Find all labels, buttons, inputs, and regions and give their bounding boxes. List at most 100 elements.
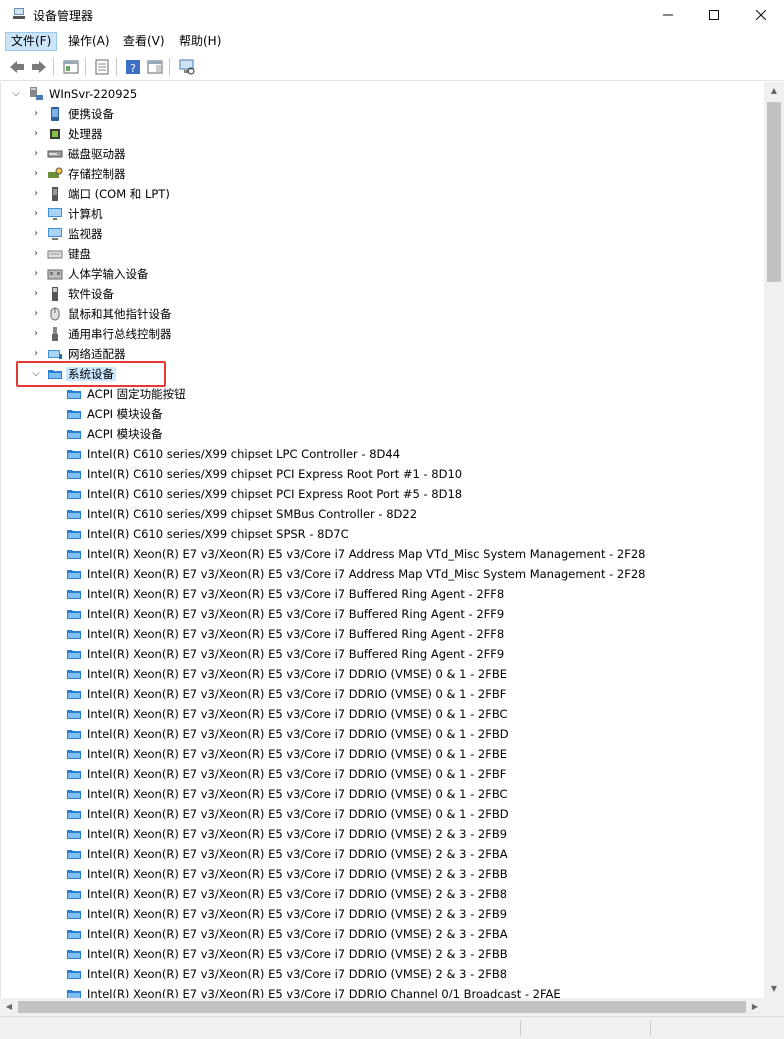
tree-device-item[interactable]: Intel(R) Xeon(R) E7 v3/Xeon(R) E5 v3/Cor… xyxy=(1,604,764,624)
chevron-right-icon[interactable]: › xyxy=(31,247,41,261)
tree-node-label: Intel(R) Xeon(R) E7 v3/Xeon(R) E5 v3/Cor… xyxy=(87,707,508,721)
tree-device-item[interactable]: ACPI 固定功能按钮 xyxy=(1,384,764,404)
tree-node-label: Intel(R) Xeon(R) E7 v3/Xeon(R) E5 v3/Cor… xyxy=(87,907,508,921)
system-device-icon xyxy=(67,650,81,659)
tree-device-item[interactable]: Intel(R) Xeon(R) E7 v3/Xeon(R) E5 v3/Cor… xyxy=(1,944,764,964)
tree-category[interactable]: › 便携设备 xyxy=(1,104,764,124)
tree-device-item[interactable]: Intel(R) Xeon(R) E7 v3/Xeon(R) E5 v3/Cor… xyxy=(1,764,764,784)
system-device-icon xyxy=(67,830,81,839)
chevron-right-icon[interactable]: › xyxy=(31,127,41,141)
menu-file[interactable]: 文件(F) xyxy=(5,32,58,51)
tree-root-computer[interactable]: ⌵ WInSvr-220925 xyxy=(1,84,764,104)
tree-device-item[interactable]: Intel(R) Xeon(R) E7 v3/Xeon(R) E5 v3/Cor… xyxy=(1,624,764,644)
back-arrow-icon[interactable] xyxy=(8,58,26,76)
tree-category[interactable]: › 磁盘驱动器 xyxy=(1,144,764,164)
tree-device-item[interactable]: Intel(R) Xeon(R) E7 v3/Xeon(R) E5 v3/Cor… xyxy=(1,564,764,584)
chevron-right-icon[interactable]: › xyxy=(31,327,41,341)
toolbar-separator xyxy=(85,58,86,76)
mouse-icon xyxy=(50,307,60,321)
status-separator xyxy=(650,1021,651,1036)
tree-device-item[interactable]: Intel(R) Xeon(R) E7 v3/Xeon(R) E5 v3/Cor… xyxy=(1,824,764,844)
tree-device-item[interactable]: Intel(R) Xeon(R) E7 v3/Xeon(R) E5 v3/Cor… xyxy=(1,804,764,824)
tree-device-item[interactable]: Intel(R) C610 series/X99 chipset SMBus C… xyxy=(1,504,764,524)
menu-help[interactable]: 帮助(H) xyxy=(174,32,226,51)
system-device-icon xyxy=(67,470,81,479)
help-icon[interactable]: ? xyxy=(124,58,142,76)
scroll-left-arrow-icon[interactable]: ◀ xyxy=(0,998,18,1016)
tree-category[interactable]: › 监视器 xyxy=(1,224,764,244)
tree-device-item[interactable]: Intel(R) Xeon(R) E7 v3/Xeon(R) E5 v3/Cor… xyxy=(1,684,764,704)
tree-device-item[interactable]: Intel(R) Xeon(R) E7 v3/Xeon(R) E5 v3/Cor… xyxy=(1,784,764,804)
show-hide-console-tree-icon[interactable] xyxy=(62,58,80,76)
tree-device-item[interactable]: Intel(R) Xeon(R) E7 v3/Xeon(R) E5 v3/Cor… xyxy=(1,984,764,998)
tree-device-item[interactable]: ACPI 模块设备 xyxy=(1,424,764,444)
chevron-right-icon[interactable]: › xyxy=(31,287,41,301)
maximize-button[interactable] xyxy=(691,0,737,30)
close-button[interactable] xyxy=(738,0,784,30)
menu-view[interactable]: 查看(V) xyxy=(118,32,170,51)
tree-category[interactable]: › 键盘 xyxy=(1,244,764,264)
scan-hardware-icon[interactable] xyxy=(178,58,196,76)
tree-node-label: Intel(R) Xeon(R) E7 v3/Xeon(R) E5 v3/Cor… xyxy=(87,687,507,701)
tree-node-label: Intel(R) Xeon(R) E7 v3/Xeon(R) E5 v3/Cor… xyxy=(87,987,561,998)
tree-device-item[interactable]: Intel(R) C610 series/X99 chipset PCI Exp… xyxy=(1,464,764,484)
chevron-right-icon[interactable]: › xyxy=(31,147,41,161)
chevron-right-icon[interactable]: › xyxy=(31,307,41,321)
tree-node-label: Intel(R) Xeon(R) E7 v3/Xeon(R) E5 v3/Cor… xyxy=(87,887,508,901)
horizontal-scroll-thumb[interactable] xyxy=(18,1001,746,1013)
tree-device-item[interactable]: Intel(R) Xeon(R) E7 v3/Xeon(R) E5 v3/Cor… xyxy=(1,904,764,924)
tree-node-label: WInSvr-220925 xyxy=(49,87,138,101)
chevron-right-icon[interactable]: › xyxy=(31,167,41,181)
menu-bar: 文件(F) 操作(A) 查看(V) 帮助(H) xyxy=(0,30,784,52)
tree-device-item[interactable]: Intel(R) C610 series/X99 chipset LPC Con… xyxy=(1,444,764,464)
tree-device-item[interactable]: Intel(R) Xeon(R) E7 v3/Xeon(R) E5 v3/Cor… xyxy=(1,644,764,664)
tree-device-item[interactable]: ACPI 模块设备 xyxy=(1,404,764,424)
minimize-button[interactable] xyxy=(645,0,691,30)
tree-category[interactable]: › 鼠标和其他指针设备 xyxy=(1,304,764,324)
chevron-right-icon[interactable]: › xyxy=(31,227,41,241)
tree-category[interactable]: › 通用串行总线控制器 xyxy=(1,324,764,344)
chevron-right-icon[interactable]: › xyxy=(31,267,41,281)
tree-device-item[interactable]: Intel(R) Xeon(R) E7 v3/Xeon(R) E5 v3/Cor… xyxy=(1,544,764,564)
tree-category[interactable]: › 软件设备 xyxy=(1,284,764,304)
tree-device-item[interactable]: Intel(R) Xeon(R) E7 v3/Xeon(R) E5 v3/Cor… xyxy=(1,664,764,684)
tree-category[interactable]: › 人体学输入设备 xyxy=(1,264,764,284)
scroll-down-arrow-icon[interactable]: ▼ xyxy=(764,980,784,998)
tree-device-item[interactable]: Intel(R) Xeon(R) E7 v3/Xeon(R) E5 v3/Cor… xyxy=(1,584,764,604)
properties-icon[interactable] xyxy=(93,58,111,76)
chevron-right-icon[interactable]: › xyxy=(31,347,41,361)
chevron-right-icon[interactable]: › xyxy=(31,107,41,121)
tree-node-label: Intel(R) Xeon(R) E7 v3/Xeon(R) E5 v3/Cor… xyxy=(87,567,646,581)
action-pane-icon[interactable] xyxy=(146,58,164,76)
tree-device-item[interactable]: Intel(R) C610 series/X99 chipset PCI Exp… xyxy=(1,484,764,504)
tree-device-item[interactable]: Intel(R) Xeon(R) E7 v3/Xeon(R) E5 v3/Cor… xyxy=(1,884,764,904)
tree-category[interactable]: › 存储控制器 xyxy=(1,164,764,184)
tree-category[interactable]: › 计算机 xyxy=(1,204,764,224)
tree-device-item[interactable]: Intel(R) Xeon(R) E7 v3/Xeon(R) E5 v3/Cor… xyxy=(1,704,764,724)
tree-device-item[interactable]: Intel(R) Xeon(R) E7 v3/Xeon(R) E5 v3/Cor… xyxy=(1,924,764,944)
menu-action[interactable]: 操作(A) xyxy=(63,32,115,51)
tree-node-label: 便携设备 xyxy=(68,107,114,121)
computer-root-icon xyxy=(30,87,43,100)
horizontal-scrollbar[interactable]: ◀ ▶ xyxy=(0,998,764,1016)
tree-device-item[interactable]: Intel(R) Xeon(R) E7 v3/Xeon(R) E5 v3/Cor… xyxy=(1,844,764,864)
tree-device-item[interactable]: Intel(R) Xeon(R) E7 v3/Xeon(R) E5 v3/Cor… xyxy=(1,964,764,984)
scroll-up-arrow-icon[interactable]: ▲ xyxy=(764,82,784,100)
system-device-icon xyxy=(67,630,81,639)
tree-category[interactable]: › 端口 (COM 和 LPT) xyxy=(1,184,764,204)
tree-device-item[interactable]: Intel(R) Xeon(R) E7 v3/Xeon(R) E5 v3/Cor… xyxy=(1,864,764,884)
system-device-icon xyxy=(67,390,81,399)
tree-device-item[interactable]: Intel(R) C610 series/X99 chipset SPSR - … xyxy=(1,524,764,544)
chevron-right-icon[interactable]: › xyxy=(31,187,41,201)
tree-device-item[interactable]: Intel(R) Xeon(R) E7 v3/Xeon(R) E5 v3/Cor… xyxy=(1,724,764,744)
forward-arrow-icon[interactable] xyxy=(30,58,48,76)
tree-node-label: Intel(R) C610 series/X99 chipset PCI Exp… xyxy=(87,487,463,501)
chevron-right-icon[interactable]: › xyxy=(31,207,41,221)
system-device-icon xyxy=(67,490,81,499)
chevron-down-icon[interactable]: ⌵ xyxy=(11,87,21,101)
scroll-right-arrow-icon[interactable]: ▶ xyxy=(746,998,764,1016)
tree-category[interactable]: › 处理器 xyxy=(1,124,764,144)
vertical-scroll-thumb[interactable] xyxy=(767,102,781,282)
tree-device-item[interactable]: Intel(R) Xeon(R) E7 v3/Xeon(R) E5 v3/Cor… xyxy=(1,744,764,764)
vertical-scrollbar[interactable]: ▲ ▼ xyxy=(764,82,784,998)
